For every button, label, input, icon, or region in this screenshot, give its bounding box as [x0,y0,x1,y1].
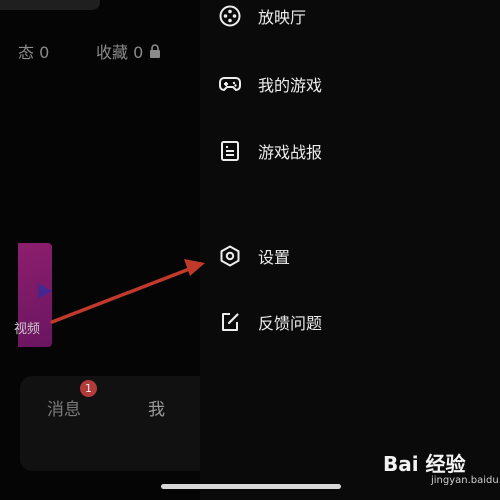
watermark-url: jingyan.baidu.com [431,475,500,486]
menu-label: 放映厅 [258,8,307,27]
menu-label: 游戏战报 [258,143,323,162]
menu-item-game-report[interactable]: 游戏战报 [218,138,322,164]
menu-item-feedback[interactable]: 反馈问题 [218,309,322,335]
nav-messages[interactable]: 消息 [47,395,81,420]
gamepad-icon [219,77,241,91]
menu-item-settings[interactable]: 设置 [218,243,290,269]
watermark-brand: Bai 经验 [383,452,466,476]
menu-label: 设置 [258,248,291,267]
edit-square-icon [222,313,239,331]
messages-badge: 1 [80,380,97,397]
menu-item-my-games[interactable]: 我的游戏 [218,71,322,97]
baidu-watermark: Bai 经验 jingyan.baidu.com [383,448,500,492]
hexagon-gear-icon [220,245,240,267]
menu-label: 我的游戏 [258,76,323,95]
video-label: 视频 [14,322,41,337]
stat-favorites-label: 收藏 0 [96,43,144,62]
play-icon [38,283,52,299]
menu-label: 反馈问题 [258,314,323,333]
film-reel-icon [219,5,241,27]
stat-partial[interactable]: 态 0 [18,39,49,63]
home-indicator[interactable] [161,484,341,489]
bottom-nav [20,376,200,471]
menu-item-theater[interactable]: 放映厅 [218,3,306,29]
stat-partial-label: 态 0 [18,43,50,62]
nav-me[interactable]: 我 [148,395,165,420]
lock-icon [150,44,161,58]
report-document-icon [221,141,239,161]
top-chip [0,0,100,10]
stat-favorites[interactable]: 收藏 0 [96,39,161,63]
